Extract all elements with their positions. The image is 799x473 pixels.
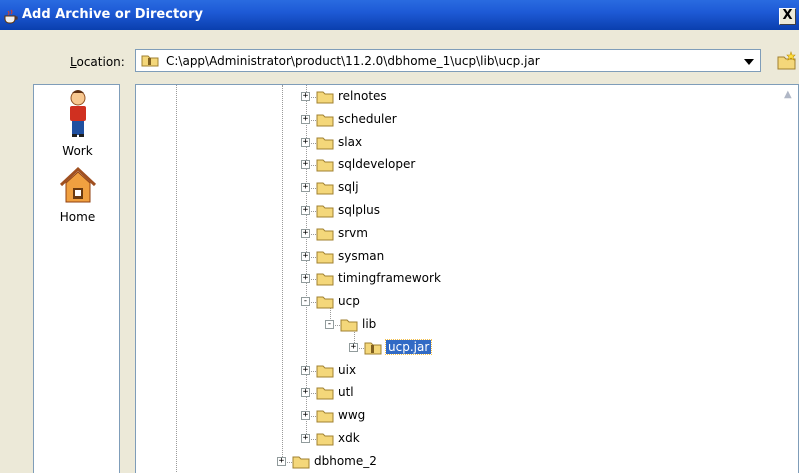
location-label: Location:	[70, 55, 125, 69]
folder-icon	[316, 182, 334, 195]
folder-icon	[316, 114, 334, 127]
tree-item-label[interactable]: timingframework	[338, 271, 441, 285]
archive-icon	[364, 342, 382, 355]
folder-icon	[316, 433, 334, 446]
folder-icon	[316, 228, 334, 241]
window-title: Add Archive or Directory	[22, 7, 203, 22]
folder-icon	[292, 456, 310, 469]
folder-icon	[340, 319, 358, 332]
expand-icon[interactable]: +	[349, 342, 358, 352]
tree-item-label[interactable]: scheduler	[338, 112, 397, 126]
folder-icon	[316, 365, 334, 378]
work-person-icon	[69, 90, 86, 137]
shortcut-work[interactable]: Work	[34, 89, 121, 158]
tree-guide-line	[282, 85, 283, 463]
tree-item-label[interactable]: ucp.jar	[384, 338, 433, 355]
expand-icon[interactable]: +	[301, 388, 310, 398]
collapse-icon[interactable]: -	[301, 297, 310, 307]
folder-icon	[316, 205, 334, 218]
tree-item-label[interactable]: uix	[338, 363, 356, 377]
vertical-scrollbar[interactable]: ▲	[781, 85, 798, 473]
tree-item-label[interactable]: sqldeveloper	[338, 157, 415, 171]
expand-icon[interactable]: +	[301, 160, 310, 170]
location-combobox[interactable]: C:\app\Administrator\product\11.2.0\dbho…	[135, 49, 761, 72]
folder-icon	[316, 91, 334, 104]
folder-icon	[316, 159, 334, 172]
tree-item-label[interactable]: slax	[338, 135, 362, 149]
tree-item-label[interactable]: srvm	[338, 226, 368, 240]
expand-icon[interactable]: +	[301, 251, 310, 261]
tree-item-label[interactable]: ucp	[338, 294, 360, 308]
scroll-up-icon[interactable]: ▲	[784, 89, 796, 100]
expand-icon[interactable]: +	[301, 365, 310, 375]
tree-item-label[interactable]: relnotes	[338, 89, 387, 103]
directory-tree[interactable]: + relnotes + scheduler + slax + sqldeveloper + sq…	[135, 84, 799, 473]
shortcut-panel: Work Home	[33, 84, 120, 473]
location-path: C:\app\Administrator\product\11.2.0\dbho…	[166, 54, 540, 68]
shortcut-work-label: Work	[62, 144, 93, 158]
tree-item-label[interactable]: sqlj	[338, 180, 359, 194]
expand-icon[interactable]: +	[301, 137, 310, 147]
expand-icon[interactable]: +	[301, 114, 310, 124]
tree-item-label[interactable]: dbhome_2	[314, 454, 377, 468]
expand-icon[interactable]: +	[301, 206, 310, 215]
location-label-text: ocation:	[76, 55, 125, 69]
folder-icon	[316, 387, 334, 400]
tree-item-label[interactable]: sysman	[338, 249, 384, 263]
expand-icon[interactable]: +	[301, 92, 310, 101]
tree-item-label[interactable]: lib	[362, 317, 376, 331]
tree-item-label[interactable]: xdk	[338, 431, 360, 445]
archive-folder-icon	[141, 55, 159, 67]
coffee-cup-icon	[4, 9, 18, 24]
tree-guide-line	[176, 85, 177, 473]
expand-icon[interactable]: +	[301, 228, 310, 238]
shortcut-home[interactable]: Home	[34, 165, 121, 224]
expand-icon[interactable]: +	[301, 274, 310, 284]
shortcut-home-label: Home	[59, 210, 96, 224]
expand-icon[interactable]: +	[301, 183, 310, 193]
expand-icon[interactable]: +	[301, 411, 310, 421]
tree-item-label[interactable]: sqlplus	[338, 203, 380, 217]
tree-item-label[interactable]: wwg	[338, 408, 365, 422]
tree-item-label[interactable]: utl	[338, 385, 354, 399]
expand-icon[interactable]: +	[301, 434, 310, 443]
close-button[interactable]: X	[779, 8, 796, 25]
new-folder-icon[interactable]	[777, 51, 797, 71]
folder-icon	[316, 251, 334, 264]
chevron-down-icon[interactable]	[744, 59, 754, 65]
folder-icon	[316, 137, 334, 150]
expand-icon[interactable]: +	[277, 456, 286, 466]
folder-icon	[316, 273, 334, 286]
folder-icon	[316, 410, 334, 423]
collapse-icon[interactable]: -	[325, 320, 334, 329]
home-house-icon	[59, 166, 96, 203]
title-bar: Add Archive or Directory X	[0, 0, 799, 30]
folder-icon	[316, 296, 334, 309]
